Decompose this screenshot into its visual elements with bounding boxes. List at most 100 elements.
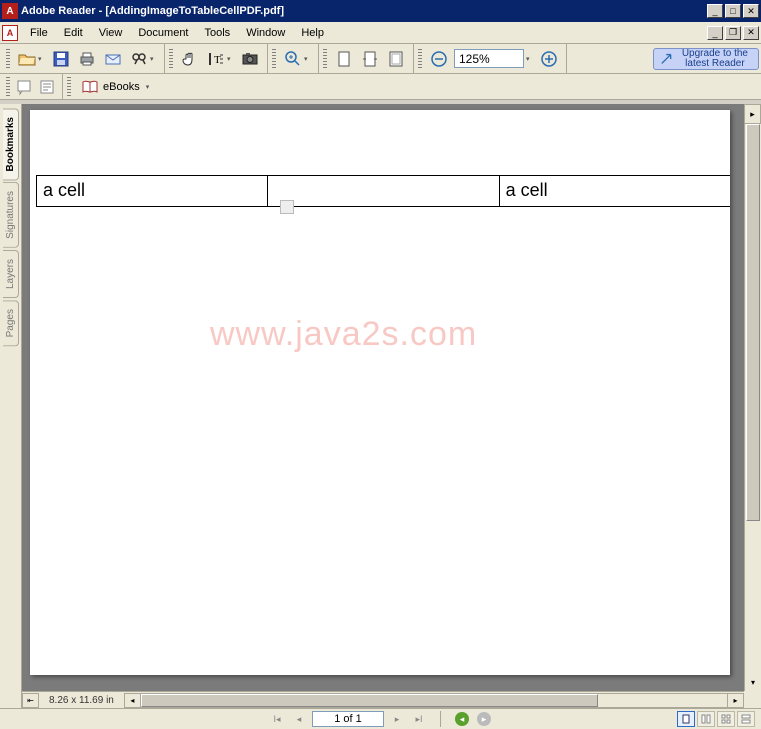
menu-view[interactable]: View bbox=[91, 24, 131, 42]
tab-pages[interactable]: Pages bbox=[3, 300, 19, 346]
review-button[interactable] bbox=[15, 77, 35, 97]
menu-edit[interactable]: Edit bbox=[56, 24, 91, 42]
table-cell-2 bbox=[267, 176, 498, 206]
pdf-table: a cell a cell bbox=[36, 175, 730, 207]
ebooks-dropdown[interactable]: ▾ bbox=[146, 83, 154, 91]
svg-text:T: T bbox=[214, 54, 221, 66]
watermark-text: www.java2s.com bbox=[210, 315, 477, 354]
panel-collapse-button[interactable]: ▸ bbox=[744, 104, 761, 124]
maximize-button[interactable]: □ bbox=[725, 4, 741, 18]
horizontal-scrollbar[interactable] bbox=[141, 693, 727, 708]
window-titlebar: A Adobe Reader - [AddingImageToTableCell… bbox=[0, 0, 761, 22]
close-button[interactable]: ✕ bbox=[743, 4, 759, 18]
nav-back-button[interactable]: ◂ bbox=[455, 712, 469, 726]
horizontal-scroll-thumb[interactable] bbox=[141, 694, 598, 707]
document-scroll-area[interactable]: a cell a cell www.java2s.com bbox=[22, 104, 744, 691]
fit-page-button[interactable] bbox=[332, 47, 356, 71]
mdi-restore-button[interactable]: ❐ bbox=[725, 26, 741, 40]
zoom-in-circle-button[interactable] bbox=[537, 47, 561, 71]
toolbar-grip[interactable] bbox=[169, 49, 173, 69]
page-number-input[interactable] bbox=[312, 711, 384, 727]
print-button[interactable] bbox=[75, 47, 99, 71]
prev-page-button[interactable]: ◂ bbox=[290, 711, 308, 727]
content-area: Bookmarks Signatures Layers Pages a cell… bbox=[0, 104, 761, 708]
tab-bookmarks[interactable]: Bookmarks bbox=[3, 108, 19, 180]
search-dropdown[interactable]: ▾ bbox=[150, 55, 158, 63]
toolbar-grip[interactable] bbox=[67, 77, 71, 97]
last-page-button[interactable]: ▸I bbox=[410, 711, 428, 727]
zoom-level-dropdown[interactable]: ▾ bbox=[526, 55, 534, 63]
actual-size-button[interactable] bbox=[384, 47, 408, 71]
scroll-down-button[interactable]: ▾ bbox=[745, 674, 761, 691]
mdi-minimize-button[interactable]: _ bbox=[707, 26, 723, 40]
next-page-button[interactable]: ▸ bbox=[388, 711, 406, 727]
toolbar-grip[interactable] bbox=[6, 49, 10, 69]
document-viewport: a cell a cell www.java2s.com ▸ ▾ ⇤ 8.26 … bbox=[22, 104, 761, 708]
image-placeholder-icon bbox=[280, 200, 294, 214]
text-select-button[interactable]: T bbox=[204, 47, 228, 71]
table-cell-3: a cell bbox=[499, 176, 730, 206]
open-button[interactable] bbox=[15, 47, 39, 71]
toolbar-secondary: eBooks ▾ bbox=[0, 74, 761, 100]
toolbar-grip[interactable] bbox=[323, 49, 327, 69]
mdi-close-button[interactable]: ✕ bbox=[743, 26, 759, 40]
zoom-level-input[interactable] bbox=[454, 49, 524, 68]
nav-forward-button[interactable]: ▸ bbox=[477, 712, 491, 726]
separator bbox=[440, 711, 441, 727]
fit-width-button[interactable] bbox=[358, 47, 382, 71]
menu-help[interactable]: Help bbox=[293, 24, 332, 42]
text-select-dropdown[interactable]: ▾ bbox=[227, 55, 235, 63]
page-dimensions: 8.26 x 11.69 in bbox=[39, 695, 124, 706]
facing-view-button[interactable] bbox=[717, 711, 735, 727]
upgrade-text-1: Upgrade to the bbox=[682, 49, 748, 59]
zoom-dropdown[interactable]: ▾ bbox=[304, 55, 312, 63]
view-mode-buttons bbox=[677, 711, 755, 727]
toolbar-grip[interactable] bbox=[418, 49, 422, 69]
document-icon: A bbox=[2, 25, 18, 41]
tab-signatures[interactable]: Signatures bbox=[3, 182, 19, 248]
toolbar-main: ▾ ▾ T ▾ ▾ ▾ Upgrade to the latest Reader bbox=[0, 44, 761, 74]
ebooks-button[interactable]: eBooks ▾ bbox=[75, 77, 162, 97]
single-page-view-button[interactable] bbox=[677, 711, 695, 727]
menu-bar: A File Edit View Document Tools Window H… bbox=[0, 22, 761, 44]
page-navigator: I◂ ◂ ▸ ▸I ◂ ▸ bbox=[268, 711, 493, 727]
scroll-corner bbox=[744, 691, 761, 708]
comment-button[interactable] bbox=[37, 77, 57, 97]
first-page-button[interactable]: I◂ bbox=[268, 711, 286, 727]
email-button[interactable] bbox=[101, 47, 125, 71]
toolbar-grip[interactable] bbox=[6, 77, 10, 97]
menu-tools[interactable]: Tools bbox=[197, 24, 239, 42]
ebooks-label: eBooks bbox=[103, 81, 140, 93]
table-cell-1: a cell bbox=[36, 176, 267, 206]
continuous-view-button[interactable] bbox=[697, 711, 715, 727]
menu-window[interactable]: Window bbox=[238, 24, 293, 42]
zoom-in-button[interactable] bbox=[281, 47, 305, 71]
minimize-button[interactable]: _ bbox=[707, 4, 723, 18]
scroll-left-button[interactable]: ◂ bbox=[124, 693, 141, 708]
app-icon: A bbox=[2, 3, 18, 19]
continuous-facing-view-button[interactable] bbox=[737, 711, 755, 727]
open-dropdown[interactable]: ▾ bbox=[38, 55, 46, 63]
window-title: Adobe Reader - [AddingImageToTableCellPD… bbox=[21, 5, 284, 17]
upgrade-reader-button[interactable]: Upgrade to the latest Reader bbox=[653, 48, 759, 70]
tab-layers[interactable]: Layers bbox=[3, 250, 19, 298]
search-button[interactable] bbox=[127, 47, 151, 71]
snapshot-button[interactable] bbox=[238, 47, 262, 71]
scroll-right-button[interactable]: ▸ bbox=[727, 693, 744, 708]
save-button[interactable] bbox=[49, 47, 73, 71]
pdf-page: a cell a cell www.java2s.com bbox=[30, 110, 730, 675]
upgrade-text-2: latest Reader bbox=[682, 59, 748, 69]
hand-tool-button[interactable] bbox=[178, 47, 202, 71]
menu-file[interactable]: File bbox=[22, 24, 56, 42]
toolbar-grip[interactable] bbox=[272, 49, 276, 69]
menu-document[interactable]: Document bbox=[130, 24, 196, 42]
status-bar: I◂ ◂ ▸ ▸I ◂ ▸ bbox=[0, 708, 761, 729]
scroll-left-end-button[interactable]: ⇤ bbox=[22, 693, 39, 708]
zoom-out-button[interactable] bbox=[427, 47, 451, 71]
vertical-scrollbar[interactable]: ▾ bbox=[744, 124, 761, 691]
upgrade-icon bbox=[660, 51, 676, 67]
vertical-scroll-thumb[interactable] bbox=[746, 124, 760, 521]
horizontal-scroll-row: ⇤ 8.26 x 11.69 in ◂ ▸ bbox=[22, 691, 744, 708]
side-panel-tabs: Bookmarks Signatures Layers Pages bbox=[0, 104, 22, 708]
ebooks-icon bbox=[81, 79, 99, 95]
